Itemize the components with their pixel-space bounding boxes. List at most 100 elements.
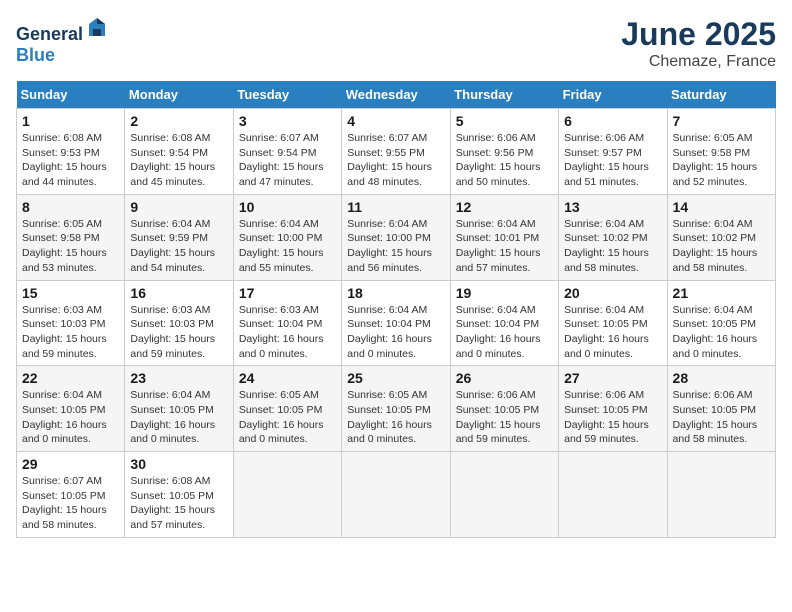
calendar-week-row-3: 15 Sunrise: 6:03 AMSunset: 10:03 PMDaylig…	[17, 280, 776, 366]
day-number: 15	[22, 285, 119, 301]
calendar-week-row-5: 29 Sunrise: 6:07 AMSunset: 10:05 PMDaylig…	[17, 452, 776, 538]
calendar-day-28: 28Sunrise: 6:06 AMSunset: 10:05 PMDaylig…	[667, 366, 775, 452]
day-number: 18	[347, 285, 444, 301]
calendar-day-8: 8 Sunrise: 6:05 AMSunset: 9:58 PMDaylight…	[17, 194, 125, 280]
day-number: 12	[456, 199, 553, 215]
empty-cell	[233, 452, 341, 538]
calendar-week-row-4: 22 Sunrise: 6:04 AMSunset: 10:05 PMDaylig…	[17, 366, 776, 452]
day-number: 20	[564, 285, 661, 301]
empty-cell	[559, 452, 667, 538]
day-number: 27	[564, 370, 661, 386]
day-info: Sunrise: 6:04 AMSunset: 10:02 PMDaylight…	[564, 217, 661, 276]
calendar-day-3: 3 Sunrise: 6:07 AMSunset: 9:54 PMDaylight…	[233, 109, 341, 195]
day-number: 26	[456, 370, 553, 386]
day-number: 2	[130, 113, 227, 129]
day-number: 7	[673, 113, 770, 129]
day-number: 11	[347, 199, 444, 215]
weekday-header-saturday: Saturday	[667, 81, 775, 109]
calendar-day-30: 30Sunrise: 6:08 AMSunset: 10:05 PMDaylig…	[125, 452, 233, 538]
calendar-day-7: 7 Sunrise: 6:05 AMSunset: 9:58 PMDaylight…	[667, 109, 775, 195]
day-info: Sunrise: 6:04 AMSunset: 10:01 PMDaylight…	[456, 217, 553, 276]
calendar-day-26: 26 Sunrise: 6:06 AMSunset: 10:05 PMDaylig…	[450, 366, 558, 452]
day-info: Sunrise: 6:04 AMSunset: 9:59 PMDaylight:…	[130, 217, 227, 276]
title-block: June 2025 Chemaze, France	[621, 16, 776, 71]
day-info: Sunrise: 6:07 AMSunset: 9:54 PMDaylight:…	[239, 131, 336, 190]
day-info: Sunrise: 6:03 AMSunset: 10:03 PMDaylight…	[130, 303, 227, 362]
calendar-day-14: 14 Sunrise: 6:04 AMSunset: 10:02 PMDaylig…	[667, 194, 775, 280]
calendar-day-25: 25 Sunrise: 6:05 AMSunset: 10:05 PMDaylig…	[342, 366, 450, 452]
logo-text: General Blue	[16, 16, 109, 66]
day-number: 1	[22, 113, 119, 129]
day-number: 30	[130, 456, 227, 472]
page-header: General Blue June 2025 Chemaze, France	[16, 16, 776, 71]
weekday-header-thursday: Thursday	[450, 81, 558, 109]
day-number: 16	[130, 285, 227, 301]
calendar-day-21: 21Sunrise: 6:04 AMSunset: 10:05 PMDaylig…	[667, 280, 775, 366]
calendar-day-13: 13 Sunrise: 6:04 AMSunset: 10:02 PMDaylig…	[559, 194, 667, 280]
day-info: Sunrise: 6:03 AMSunset: 10:04 PMDaylight…	[239, 303, 336, 362]
day-info: Sunrise: 6:04 AMSunset: 10:02 PMDaylight…	[673, 217, 770, 276]
day-number: 6	[564, 113, 661, 129]
day-info: Sunrise: 6:03 AMSunset: 10:03 PMDaylight…	[22, 303, 119, 362]
weekday-header-friday: Friday	[559, 81, 667, 109]
calendar-day-27: 27Sunrise: 6:06 AMSunset: 10:05 PMDaylig…	[559, 366, 667, 452]
day-info: Sunrise: 6:06 AMSunset: 10:05 PMDaylight…	[673, 388, 770, 447]
day-number: 8	[22, 199, 119, 215]
empty-cell	[342, 452, 450, 538]
day-info: Sunrise: 6:04 AMSunset: 10:04 PMDaylight…	[456, 303, 553, 362]
day-info: Sunrise: 6:05 AMSunset: 10:05 PMDaylight…	[347, 388, 444, 447]
month-year-title: June 2025	[621, 16, 776, 53]
day-info: Sunrise: 6:04 AMSunset: 10:05 PMDaylight…	[564, 303, 661, 362]
day-number: 4	[347, 113, 444, 129]
day-info: Sunrise: 6:08 AMSunset: 9:54 PMDaylight:…	[130, 131, 227, 190]
calendar-day-29: 29 Sunrise: 6:07 AMSunset: 10:05 PMDaylig…	[17, 452, 125, 538]
day-number: 19	[456, 285, 553, 301]
calendar-day-2: 2 Sunrise: 6:08 AMSunset: 9:54 PMDaylight…	[125, 109, 233, 195]
day-info: Sunrise: 6:04 AMSunset: 10:00 PMDaylight…	[239, 217, 336, 276]
logo: General Blue	[16, 16, 109, 66]
calendar-day-23: 23 Sunrise: 6:04 AMSunset: 10:05 PMDaylig…	[125, 366, 233, 452]
day-info: Sunrise: 6:07 AMSunset: 10:05 PMDaylight…	[22, 474, 119, 533]
day-number: 29	[22, 456, 119, 472]
calendar-day-20: 20 Sunrise: 6:04 AMSunset: 10:05 PMDaylig…	[559, 280, 667, 366]
day-info: Sunrise: 6:08 AMSunset: 9:53 PMDaylight:…	[22, 131, 119, 190]
calendar-day-17: 17 Sunrise: 6:03 AMSunset: 10:04 PMDaylig…	[233, 280, 341, 366]
calendar-day-18: 18Sunrise: 6:04 AMSunset: 10:04 PMDaylig…	[342, 280, 450, 366]
logo-general: General	[16, 24, 83, 44]
weekday-header-sunday: Sunday	[17, 81, 125, 109]
day-info: Sunrise: 6:04 AMSunset: 10:05 PMDaylight…	[673, 303, 770, 362]
calendar-day-15: 15 Sunrise: 6:03 AMSunset: 10:03 PMDaylig…	[17, 280, 125, 366]
calendar-day-16: 16 Sunrise: 6:03 AMSunset: 10:03 PMDaylig…	[125, 280, 233, 366]
calendar-day-12: 12 Sunrise: 6:04 AMSunset: 10:01 PMDaylig…	[450, 194, 558, 280]
day-info: Sunrise: 6:04 AMSunset: 10:05 PMDaylight…	[130, 388, 227, 447]
calendar-day-9: 9 Sunrise: 6:04 AMSunset: 9:59 PMDaylight…	[125, 194, 233, 280]
day-number: 14	[673, 199, 770, 215]
day-info: Sunrise: 6:06 AMSunset: 10:05 PMDaylight…	[456, 388, 553, 447]
day-number: 9	[130, 199, 227, 215]
calendar-table: SundayMondayTuesdayWednesdayThursdayFrid…	[16, 81, 776, 538]
logo-blue: Blue	[16, 45, 55, 65]
calendar-day-4: 4 Sunrise: 6:07 AMSunset: 9:55 PMDaylight…	[342, 109, 450, 195]
day-info: Sunrise: 6:04 AMSunset: 10:00 PMDaylight…	[347, 217, 444, 276]
day-info: Sunrise: 6:07 AMSunset: 9:55 PMDaylight:…	[347, 131, 444, 190]
day-info: Sunrise: 6:04 AMSunset: 10:05 PMDaylight…	[22, 388, 119, 447]
calendar-day-22: 22 Sunrise: 6:04 AMSunset: 10:05 PMDaylig…	[17, 366, 125, 452]
location-subtitle: Chemaze, France	[621, 53, 776, 71]
day-number: 22	[22, 370, 119, 386]
day-number: 17	[239, 285, 336, 301]
day-number: 23	[130, 370, 227, 386]
empty-cell	[667, 452, 775, 538]
day-number: 3	[239, 113, 336, 129]
calendar-week-row-2: 8 Sunrise: 6:05 AMSunset: 9:58 PMDaylight…	[17, 194, 776, 280]
day-number: 13	[564, 199, 661, 215]
calendar-day-1: 1 Sunrise: 6:08 AMSunset: 9:53 PMDaylight…	[17, 109, 125, 195]
empty-cell	[450, 452, 558, 538]
calendar-day-11: 11 Sunrise: 6:04 AMSunset: 10:00 PMDaylig…	[342, 194, 450, 280]
day-info: Sunrise: 6:05 AMSunset: 9:58 PMDaylight:…	[22, 217, 119, 276]
calendar-day-10: 10Sunrise: 6:04 AMSunset: 10:00 PMDaylig…	[233, 194, 341, 280]
day-info: Sunrise: 6:06 AMSunset: 9:56 PMDaylight:…	[456, 131, 553, 190]
day-number: 25	[347, 370, 444, 386]
weekday-header-row: SundayMondayTuesdayWednesdayThursdayFrid…	[17, 81, 776, 109]
day-info: Sunrise: 6:05 AMSunset: 9:58 PMDaylight:…	[673, 131, 770, 190]
calendar-day-24: 24Sunrise: 6:05 AMSunset: 10:05 PMDaylig…	[233, 366, 341, 452]
